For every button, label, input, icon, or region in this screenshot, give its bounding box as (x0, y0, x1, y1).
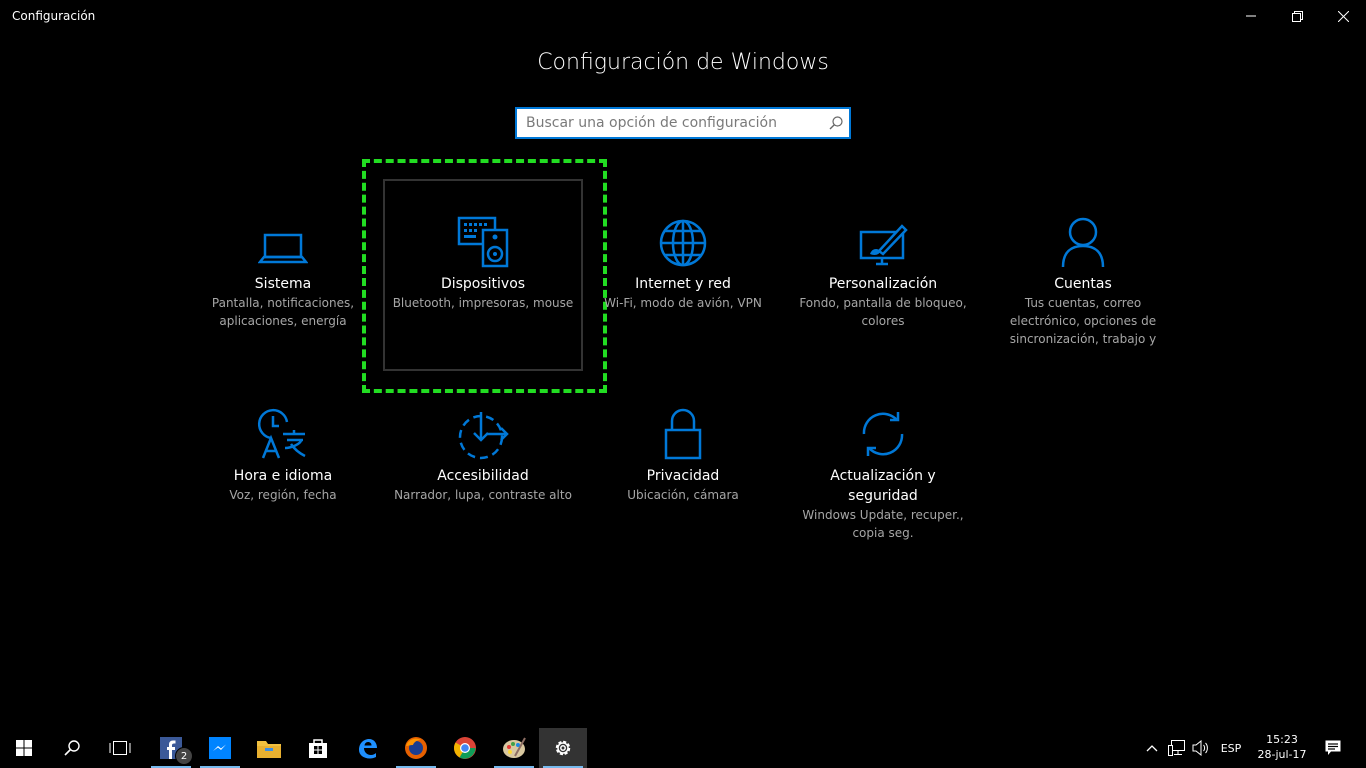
paint-palette-icon (503, 737, 526, 758)
laptop-icon (183, 208, 383, 268)
tile-label: Privacidad (646, 468, 720, 484)
language-indicator[interactable]: ESP (1214, 728, 1248, 768)
tile-label: Sistema (254, 276, 312, 292)
folder-icon (257, 741, 281, 758)
tile-dispositivos[interactable]: Dispositivos Bluetooth, impresoras, mous… (383, 208, 583, 312)
volume-button[interactable] (1190, 728, 1212, 768)
windows-logo-icon (16, 740, 32, 756)
tile-label: Actualización y seguridad (830, 468, 936, 504)
tile-label: Personalización (828, 276, 938, 292)
globe-icon (583, 208, 783, 268)
action-center-button[interactable] (1316, 728, 1350, 768)
clock[interactable]: 15:23 28-jul-17 (1252, 732, 1312, 762)
tile-sistema[interactable]: Sistema Pantalla, notificaciones, aplica… (183, 208, 383, 330)
firefox-icon (405, 737, 427, 759)
search-icon (64, 740, 80, 756)
tile-label: Internet y red (635, 276, 731, 292)
person-icon (983, 208, 1183, 268)
title-bar: Configuración (0, 0, 1366, 32)
minimize-button[interactable] (1228, 0, 1274, 32)
tile-description: Voz, región, fecha (229, 488, 337, 502)
task-view-button[interactable] (96, 728, 144, 768)
tile-label: Accesibilidad (437, 468, 529, 484)
network-button[interactable] (1166, 728, 1188, 768)
tile-privacidad[interactable]: Privacidad Ubicación, cámara (583, 400, 783, 504)
devices-icon (383, 208, 583, 268)
search-input[interactable] (517, 109, 826, 137)
tile-description: Fondo, pantalla de bloqueo, colores (799, 296, 967, 328)
store-app[interactable] (294, 728, 342, 768)
messenger-app[interactable] (196, 728, 244, 768)
window-title: Configuración (12, 9, 96, 23)
close-button[interactable] (1320, 0, 1366, 32)
restore-button[interactable] (1274, 0, 1320, 32)
tile-label: Hora e idioma (233, 468, 333, 484)
close-icon (1337, 10, 1349, 22)
tile-actualizacion[interactable]: Actualización y seguridad Windows Update… (783, 400, 983, 542)
tile-cuentas[interactable]: Cuentas Tus cuentas, correo electrónico,… (983, 208, 1183, 348)
tile-description: Bluetooth, impresoras, mouse (392, 296, 574, 310)
chrome-icon (454, 737, 476, 759)
chrome-app[interactable] (441, 728, 489, 768)
tile-internet[interactable]: Internet y red Wi-Fi, modo de avión, VPN (583, 208, 783, 312)
store-icon (309, 739, 327, 758)
settings-app[interactable] (539, 728, 587, 768)
search-box[interactable] (515, 107, 851, 139)
start-button[interactable] (0, 728, 48, 768)
tile-description: Windows Update, recuper., copia seg. (802, 508, 964, 540)
chevron-up-icon (1146, 745, 1158, 752)
minimize-icon (1246, 15, 1256, 17)
tile-description: Narrador, lupa, contraste alto (394, 488, 572, 502)
edge-app[interactable] (343, 728, 391, 768)
tile-hora-idioma[interactable]: Hora e idioma Voz, región, fecha (183, 400, 383, 504)
task-view-icon (109, 741, 131, 755)
taskbar: ESP 15:23 28-jul-17 (0, 728, 1366, 768)
time-language-icon (183, 400, 383, 460)
tile-description: Ubicación, cámara (627, 488, 739, 502)
gear-icon (555, 740, 571, 756)
tile-description: Pantalla, notificaciones, aplicaciones, … (211, 296, 355, 328)
tile-label: Dispositivos (440, 276, 526, 292)
tile-label: Cuentas (1054, 276, 1112, 292)
network-icon (1168, 740, 1185, 756)
tile-personalizacion[interactable]: Personalización Fondo, pantalla de bloqu… (783, 208, 983, 330)
sync-icon (783, 400, 983, 460)
firefox-app[interactable] (392, 728, 440, 768)
search-icon[interactable] (829, 116, 843, 130)
file-explorer-app[interactable] (245, 728, 293, 768)
messenger-icon (209, 737, 231, 759)
tile-description: Wi-Fi, modo de avión, VPN (604, 296, 762, 310)
search-button[interactable] (48, 728, 96, 768)
clock-date: 28-jul-17 (1257, 748, 1307, 761)
lock-icon (583, 400, 783, 460)
paint-icon (783, 208, 983, 268)
edge-icon (359, 739, 377, 759)
clock-time: 15:23 (1266, 733, 1298, 746)
notification-badge: 2 (175, 747, 193, 765)
volume-icon (1192, 740, 1208, 756)
tile-description: Tus cuentas, correo electrónico, opcione… (1009, 296, 1157, 346)
page-title: Configuración de Windows (537, 50, 829, 75)
notification-icon (1325, 740, 1341, 755)
restore-icon (1291, 10, 1303, 22)
paint-app[interactable] (490, 728, 538, 768)
tile-accesibilidad[interactable]: Accesibilidad Narrador, lupa, contraste … (383, 400, 583, 504)
show-hidden-icons-button[interactable] (1142, 728, 1162, 768)
ease-of-access-icon (383, 400, 583, 460)
